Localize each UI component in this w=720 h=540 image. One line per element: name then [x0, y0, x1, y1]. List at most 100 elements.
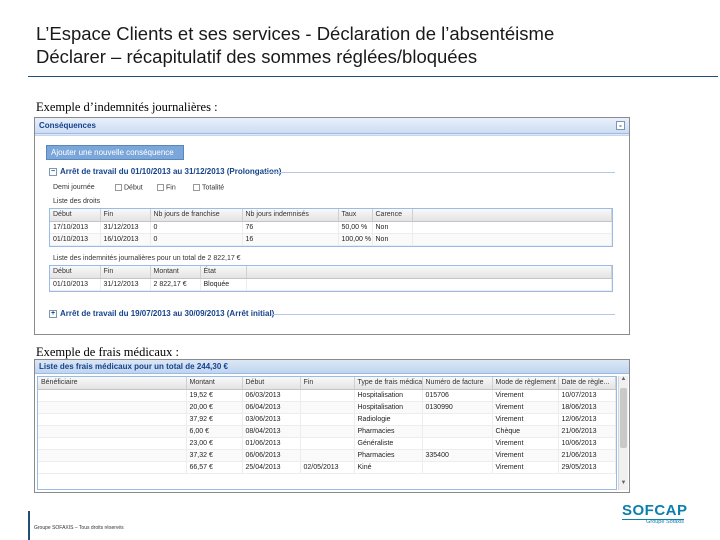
table-row[interactable]: 6,00 €08/04/2013 Pharmacies Chèque 21/06/20…: [38, 425, 616, 438]
col-header[interactable]: Début: [50, 266, 101, 279]
table-cell: Virement: [492, 401, 559, 414]
col-header[interactable]: Type de frais médical: [354, 377, 423, 390]
table-cell: 01/10/2013: [50, 233, 101, 246]
col-header[interactable]: Numéro de facture: [422, 377, 493, 390]
table-cell: 01/06/2013: [242, 437, 301, 450]
screenshot-consequences: Conséquences - Ajouter une nouvelle cons…: [34, 117, 630, 335]
scroll-up-icon[interactable]: ▲: [619, 376, 628, 386]
col-header[interactable]: Début: [50, 209, 101, 222]
col-header[interactable]: Date de règle...: [558, 377, 616, 390]
col-header[interactable]: Mode de règlement: [492, 377, 559, 390]
table-cell: 18/06/2013: [558, 401, 616, 414]
collapse-panel-button[interactable]: -: [616, 121, 625, 130]
table-cell: Virement: [492, 461, 559, 474]
table-row[interactable]: 19,52 €06/03/2013 Hospitalisation 015706 Vi…: [38, 389, 616, 402]
col-header[interactable]: Montant: [150, 266, 201, 279]
col-header[interactable]: Fin: [100, 266, 151, 279]
table-cell: [300, 425, 355, 438]
table-row[interactable]: 37,92 €03/06/2013 Radiologie Virement 12/06…: [38, 413, 616, 426]
table-row[interactable]: 37,32 €06/06/2013 Pharmacies 335400 Viremen…: [38, 449, 616, 462]
table-cell: [246, 278, 612, 291]
logo-wordmark: SOFCAP: [622, 502, 688, 519]
table-cell: 50,00 %: [338, 221, 373, 234]
checkbox-totalite[interactable]: Totalité: [193, 184, 224, 191]
table-row[interactable]: 66,57 €25/04/2013 02/05/2013 Kiné Virement 2…: [38, 461, 616, 474]
table-cell: [38, 449, 187, 462]
slide-title: L’Espace Clients et ses services - Décla…: [36, 22, 696, 68]
col-header[interactable]: Début: [242, 377, 301, 390]
table-row[interactable]: 23,00 €01/06/2013 Généraliste Virement 10/0…: [38, 437, 616, 450]
col-header[interactable]: Montant: [186, 377, 243, 390]
fieldset-line: [271, 314, 615, 315]
arret-1-label: Arrêt de travail du 01/10/2013 au 31/12/…: [60, 167, 282, 176]
arret-section-1[interactable]: − Arrêt de travail du 01/10/2013 au 31/12…: [49, 167, 281, 176]
table-cell: 10/06/2013: [558, 437, 616, 450]
table-row[interactable]: 20,00 €06/04/2013 Hospitalisation 0130990 V…: [38, 401, 616, 414]
table-cell: 015706: [422, 389, 493, 402]
table-cell: 100,00 %: [338, 233, 373, 246]
col-header[interactable]: Taux: [338, 209, 373, 222]
table-cell: 02/05/2013: [300, 461, 355, 474]
table-cell: [38, 461, 187, 474]
table-cell: [38, 401, 187, 414]
table-cell: [300, 401, 355, 414]
arret-section-2[interactable]: + Arrêt de travail du 19/07/2013 au 30/09…: [49, 309, 274, 318]
table-row[interactable]: 17/10/2013 31/12/2013 0 76 50,00 % Non: [50, 221, 612, 234]
table-cell: [300, 437, 355, 450]
table-cell: 31/12/2013: [100, 221, 151, 234]
col-header[interactable]: Fin: [100, 209, 151, 222]
sofcap-logo: SOFCAP Groupe Sofaxis: [622, 502, 688, 525]
vertical-scrollbar[interactable]: ▲ ▼: [618, 376, 628, 490]
checkbox-icon[interactable]: [157, 184, 164, 191]
consequences-panel-title: Conséquences: [39, 121, 96, 130]
table-row[interactable]: 01/10/2013 31/12/2013 2 822,17 € Bloquée: [50, 278, 612, 291]
logo-underline: [622, 519, 684, 520]
frais-panel-title: Liste des frais médicaux pour un total d…: [39, 362, 228, 371]
add-consequence-button[interactable]: Ajouter une nouvelle conséquence: [46, 145, 184, 160]
table-cell: Hospitalisation: [354, 389, 423, 402]
table-cell: 17/10/2013: [50, 221, 101, 234]
table-cell: Virement: [492, 389, 559, 402]
table-cell: 25/04/2013: [242, 461, 301, 474]
table-cell: Généraliste: [354, 437, 423, 450]
scroll-thumb[interactable]: [620, 388, 627, 448]
table-cell: 21/06/2013: [558, 425, 616, 438]
collapse-icon[interactable]: −: [49, 167, 57, 176]
caption-frais-medicaux: Exemple de frais médicaux :: [36, 345, 179, 359]
footer-copyright: Groupe SOFAXIS – Tous droits réservés: [34, 525, 124, 531]
table-cell: [38, 425, 187, 438]
table-cell: Non: [372, 233, 413, 246]
col-header[interactable]: Fin: [300, 377, 355, 390]
checkbox-icon[interactable]: [115, 184, 122, 191]
col-header[interactable]: État: [200, 266, 247, 279]
frais-header-row: Bénéficiaire Montant Début Fin Type de f…: [38, 377, 616, 390]
table-cell: 06/06/2013: [242, 449, 301, 462]
table-row[interactable]: 01/10/2013 16/10/2013 0 16 100,00 % Non: [50, 233, 612, 246]
checkbox-fin[interactable]: Fin: [157, 184, 176, 191]
col-header[interactable]: Bénéficiaire: [38, 377, 187, 390]
table-cell: Kiné: [354, 461, 423, 474]
liste-droits-label: Liste des droits: [53, 198, 101, 205]
checkbox-debut-label: Début: [124, 184, 143, 192]
table-cell: [422, 413, 493, 426]
table-cell: Virement: [492, 437, 559, 450]
table-cell: 06/04/2013: [242, 401, 301, 414]
checkbox-debut[interactable]: Début: [115, 184, 143, 191]
table-cell: [38, 413, 187, 426]
table-cell: 76: [242, 221, 339, 234]
expand-icon[interactable]: +: [49, 309, 57, 318]
table-cell: [300, 449, 355, 462]
caption-indemnites: Exemple d’indemnités journalières :: [36, 100, 218, 114]
table-cell: [422, 437, 493, 450]
table-cell: 19,52 €: [186, 389, 243, 402]
scroll-down-icon[interactable]: ▼: [619, 480, 628, 490]
table-cell: 37,92 €: [186, 413, 243, 426]
table-cell: 20,00 €: [186, 401, 243, 414]
table-cell: Pharmacies: [354, 425, 423, 438]
col-header[interactable]: Nb jours indemnisés: [242, 209, 339, 222]
col-header[interactable]: Carence: [372, 209, 413, 222]
checkbox-icon[interactable]: [193, 184, 200, 191]
frais-grid-body: 19,52 €06/03/2013 Hospitalisation 015706 Vi…: [38, 389, 616, 474]
col-header[interactable]: Nb jours de franchise: [150, 209, 243, 222]
arret-2-label: Arrêt de travail du 19/07/2013 au 30/09/…: [60, 309, 275, 318]
